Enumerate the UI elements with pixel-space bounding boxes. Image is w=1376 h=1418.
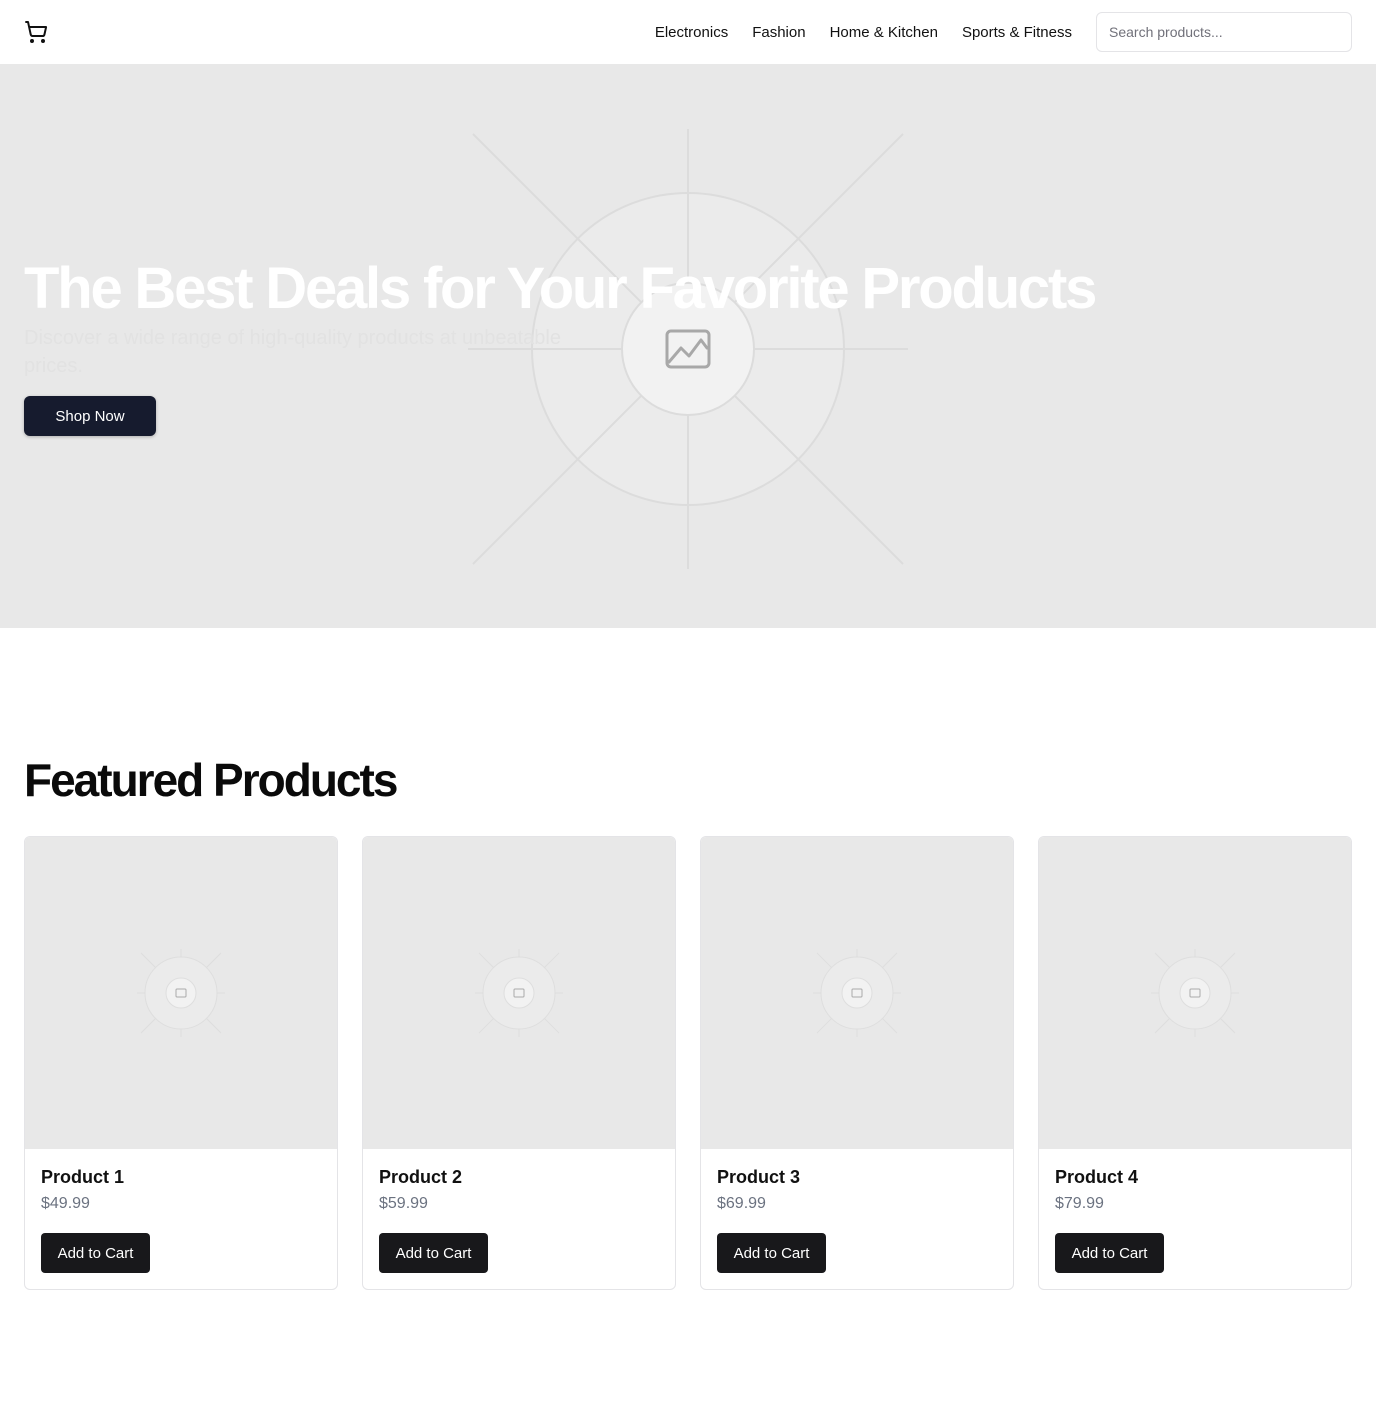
product-price: $49.99 xyxy=(41,1195,90,1212)
nav-electronics[interactable]: Electronics xyxy=(655,24,728,41)
nav-fashion[interactable]: Fashion xyxy=(752,24,805,41)
product-name: Product 1 xyxy=(41,1167,125,1187)
image-placeholder-icon xyxy=(813,949,901,1037)
main-nav: Electronics Fashion Home & Kitchen Sport… xyxy=(655,0,1072,64)
product-price: $79.99 xyxy=(1055,1195,1104,1212)
product-image[interactable] xyxy=(363,837,675,1149)
site-header: Electronics Fashion Home & Kitchen Sport… xyxy=(0,0,1376,64)
image-placeholder-icon xyxy=(475,949,563,1037)
search-input[interactable] xyxy=(1096,12,1352,52)
product-name: Product 3 xyxy=(717,1167,801,1187)
shop-now-button[interactable]: Shop Now xyxy=(24,396,156,436)
product-image[interactable] xyxy=(25,837,337,1149)
add-to-cart-button[interactable]: Add to Cart xyxy=(717,1233,826,1273)
product-card: Product 1 $49.99 Add to Cart xyxy=(24,836,338,1290)
product-price: $59.99 xyxy=(379,1195,428,1212)
product-name: Product 2 xyxy=(379,1167,463,1187)
product-card: Product 2 $59.99 Add to Cart xyxy=(362,836,676,1290)
hero-banner: The Best Deals for Your Favorite Product… xyxy=(0,64,1376,628)
image-placeholder-icon xyxy=(1151,949,1239,1037)
shopping-cart-icon[interactable] xyxy=(24,20,48,44)
nav-sports-fitness[interactable]: Sports & Fitness xyxy=(962,24,1072,41)
product-image[interactable] xyxy=(701,837,1013,1149)
hero-title: The Best Deals for Your Favorite Product… xyxy=(24,256,1097,321)
product-name: Product 4 xyxy=(1055,1167,1139,1187)
product-card: Product 4 $79.99 Add to Cart xyxy=(1038,836,1352,1290)
product-grid: Product 1 $49.99 Add to Cart Product 2 $… xyxy=(24,836,1352,1290)
product-image[interactable] xyxy=(1039,837,1351,1149)
add-to-cart-button[interactable]: Add to Cart xyxy=(379,1233,488,1273)
nav-home-kitchen[interactable]: Home & Kitchen xyxy=(830,24,938,41)
image-placeholder-icon xyxy=(137,949,225,1037)
add-to-cart-button[interactable]: Add to Cart xyxy=(1055,1233,1164,1273)
product-price: $69.99 xyxy=(717,1195,766,1212)
featured-products-heading: Featured Products xyxy=(24,754,398,806)
product-card: Product 3 $69.99 Add to Cart xyxy=(700,836,1014,1290)
add-to-cart-button[interactable]: Add to Cart xyxy=(41,1233,150,1273)
hero-subtitle: Discover a wide range of high-quality pr… xyxy=(24,327,561,377)
